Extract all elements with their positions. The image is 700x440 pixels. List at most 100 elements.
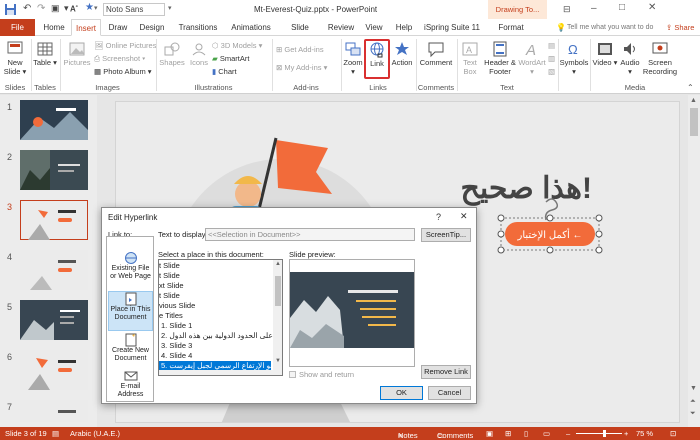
list-scroll-thumb[interactable]: [275, 276, 281, 306]
slide-thumbnail-7[interactable]: [20, 400, 88, 422]
reading-view-icon[interactable]: ▯: [524, 429, 528, 438]
zoom-slider-thumb[interactable]: [603, 430, 606, 437]
tab-home[interactable]: Home: [40, 19, 68, 36]
ribbon-display-icon[interactable]: ⊟: [563, 4, 571, 15]
3d-models-button[interactable]: ⬡ 3D Models ▾: [212, 41, 262, 51]
smartart-button[interactable]: ▰ SmartArt: [212, 54, 249, 64]
previous-slide-icon[interactable]: ⏶: [690, 398, 696, 406]
language-status[interactable]: Arabic (U.A.E.): [70, 429, 120, 438]
window-close-icon[interactable]: ✕: [648, 2, 656, 13]
vertical-scrollbar[interactable]: [688, 95, 700, 427]
screenshot-button[interactable]: ⎙ Screenshot ▾: [94, 54, 145, 64]
list-item[interactable]: 3. Slide 3: [159, 341, 192, 351]
dialog-close-icon[interactable]: ✕: [460, 211, 468, 222]
link-to-existing-file[interactable]: Existing File or Web Page: [108, 251, 153, 291]
my-addins-button[interactable]: ⊠ My Add-ins ▾: [276, 63, 327, 73]
normal-view-icon[interactable]: ▣: [486, 429, 493, 438]
zoom-in-icon[interactable]: +: [624, 429, 628, 438]
zoom-out-icon[interactable]: –: [566, 429, 570, 438]
font-size-icon[interactable]: Aᵃ: [70, 4, 78, 14]
link-to-place-in-document[interactable]: Place in This Document: [108, 291, 153, 331]
text-to-display-field[interactable]: <<Selection in Document>>: [205, 228, 415, 241]
fit-slide-icon[interactable]: ⊡: [670, 429, 676, 438]
tab-slide-show[interactable]: Slide Show: [280, 19, 320, 49]
slide-thumbnail-5[interactable]: [20, 300, 88, 340]
list-item[interactable]: 4. Slide 4: [159, 351, 192, 361]
list-item[interactable]: t Slide: [159, 291, 180, 301]
link-button[interactable]: Link: [364, 39, 390, 79]
tab-draw[interactable]: Draw: [106, 19, 130, 36]
text-option-3[interactable]: ▧: [548, 67, 555, 77]
tab-animations[interactable]: Animations: [227, 19, 275, 36]
list-item[interactable]: e Titles: [159, 311, 183, 321]
list-item[interactable]: t Slide: [159, 261, 180, 271]
screen-recording-button[interactable]: Screen Recording: [642, 40, 678, 76]
comment-button[interactable]: Comment: [418, 40, 454, 67]
customize-qat-icon[interactable]: ▾: [64, 3, 69, 14]
chevron-down-icon[interactable]: ▾: [168, 4, 172, 12]
undo-icon[interactable]: ↶: [23, 3, 31, 14]
scroll-thumb[interactable]: [690, 108, 698, 136]
link-to-new-document[interactable]: Create New Document: [108, 333, 153, 373]
zoom-percent[interactable]: 75 %: [636, 429, 653, 438]
slide-thumbnail-4[interactable]: [20, 250, 88, 290]
tab-ispring[interactable]: iSpring Suite 11: [424, 19, 480, 36]
redo-icon[interactable]: ↷: [37, 3, 45, 14]
tab-insert[interactable]: Insert: [71, 19, 101, 36]
help-icon[interactable]: ?: [436, 212, 441, 222]
slide-thumbnail-1[interactable]: [20, 100, 88, 140]
text-box-button[interactable]: A Text Box: [459, 40, 481, 76]
share-button[interactable]: ⇪ Share: [666, 23, 694, 32]
zoom-slider[interactable]: [576, 433, 622, 434]
chart-button[interactable]: ▮ Chart: [212, 67, 237, 77]
list-item[interactable]: t Slide: [159, 271, 180, 281]
present-icon[interactable]: ▣: [51, 3, 60, 14]
slide-sorter-icon[interactable]: ⊞: [505, 429, 511, 438]
list-item[interactable]: 2. ما هي دولة التي تقع على الحدود الدولي…: [159, 331, 282, 341]
ok-button[interactable]: OK: [380, 386, 423, 400]
list-item[interactable]: xt Slide: [159, 281, 184, 291]
next-slide-icon[interactable]: ⏷: [690, 410, 696, 418]
pictures-button[interactable]: Pictures: [62, 40, 92, 67]
show-and-return-checkbox[interactable]: [289, 371, 296, 378]
table-button[interactable]: Table ▾: [33, 40, 57, 67]
tab-format[interactable]: Format: [495, 19, 527, 36]
tab-review[interactable]: Review: [326, 19, 356, 36]
audio-button[interactable]: Audio ▾: [618, 40, 642, 76]
new-slide-button[interactable]: New Slide ▾: [3, 40, 27, 76]
list-scroll-down-icon[interactable]: ▼: [275, 358, 281, 364]
icons-button[interactable]: Icons: [187, 40, 211, 67]
shapes-button[interactable]: Shapes: [158, 40, 186, 67]
link-to-email[interactable]: E-mail Address: [108, 369, 153, 409]
symbols-button[interactable]: Ω Symbols ▾: [559, 40, 589, 76]
slide-thumbnail-3-selected[interactable]: [20, 200, 88, 240]
slideshow-view-icon[interactable]: ▭: [543, 429, 550, 438]
zoom-button[interactable]: Zoom ▾: [342, 40, 364, 76]
save-icon[interactable]: [4, 3, 17, 16]
text-option-1[interactable]: ▤: [548, 41, 555, 51]
dropdown-icon[interactable]: ▾: [94, 4, 98, 12]
list-horizontal-scrollbar[interactable]: [159, 370, 273, 375]
place-in-document-list[interactable]: t Slide t Slide xt Slide t Slide vious S…: [158, 259, 283, 376]
spelling-icon[interactable]: ▤: [52, 429, 59, 438]
cancel-button[interactable]: Cancel: [428, 386, 471, 400]
get-addins-button[interactable]: ⊞ Get Add-ins: [276, 45, 324, 55]
tab-file[interactable]: File: [0, 19, 35, 36]
text-option-2[interactable]: ▥: [548, 54, 555, 64]
collapse-ribbon-icon[interactable]: ⌃: [687, 83, 694, 92]
font-name-box[interactable]: Noto Sans: [103, 3, 165, 16]
slide-thumbnail-2[interactable]: [20, 150, 88, 190]
star-icon[interactable]: ★: [85, 2, 94, 13]
tab-design[interactable]: Design: [136, 19, 168, 36]
action-button[interactable]: Action: [391, 40, 413, 67]
tab-help[interactable]: Help: [393, 19, 415, 36]
list-item[interactable]: 1. Slide 1: [159, 321, 192, 331]
video-button[interactable]: Video ▾: [592, 40, 618, 67]
minimize-icon[interactable]: –: [591, 3, 597, 14]
tell-me-search[interactable]: Tell me what you want to do: [567, 24, 653, 31]
tab-transitions[interactable]: Transitions: [174, 19, 222, 36]
remove-link-button[interactable]: Remove Link: [421, 365, 471, 379]
scroll-up-icon[interactable]: ▲: [690, 97, 697, 104]
header-footer-button[interactable]: Header & Footer: [482, 40, 518, 76]
screentip-button[interactable]: ScreenTip...: [421, 228, 471, 242]
